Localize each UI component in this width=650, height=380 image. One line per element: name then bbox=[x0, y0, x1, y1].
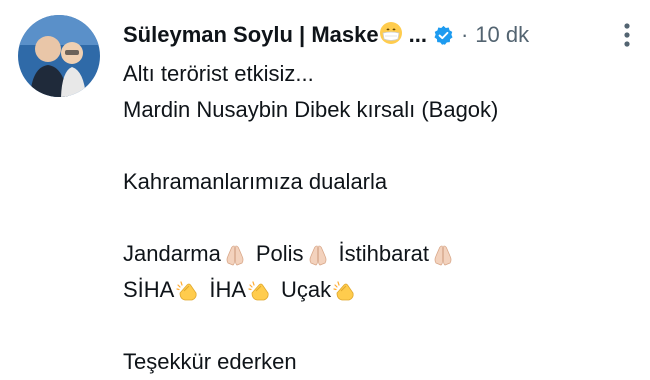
tweet-line-air: SİHA İHA Uçak bbox=[123, 272, 638, 308]
praying-hands-emoji bbox=[222, 242, 248, 266]
display-name[interactable]: Süleyman Soylu | Maske bbox=[123, 22, 379, 48]
name-truncation: ... bbox=[408, 22, 427, 47]
unit-jandarma: Jandarma bbox=[123, 241, 221, 266]
unit-polis: Polis bbox=[255, 241, 304, 266]
praying-hands-emoji bbox=[430, 242, 456, 266]
unit-ucak: Uçak bbox=[281, 277, 332, 302]
tweet-line-units: Jandarma Polis İstihbarat bbox=[123, 236, 638, 272]
mask-face-emoji bbox=[379, 21, 403, 50]
separator-dot: · bbox=[460, 22, 469, 47]
tweet-line-cut: Teşekkür ederken bbox=[123, 349, 297, 374]
tweet-header: Süleyman Soylu | Maske ... · 10 dk bbox=[123, 17, 529, 53]
tweet[interactable]: Süleyman Soylu | Maske ... · 10 dk Altı … bbox=[0, 0, 650, 374]
avatar[interactable] bbox=[18, 15, 100, 97]
tweet-line: Kahramanlarımıza dualarla bbox=[123, 169, 388, 194]
verified-badge-icon bbox=[433, 25, 454, 46]
tweet-line: Mardin Nusaybin Dibek kırsalı (Bagok) bbox=[123, 97, 499, 122]
timestamp[interactable]: 10 dk bbox=[475, 22, 529, 48]
unit-iha: İHA bbox=[209, 277, 247, 302]
clapping-hands-emoji bbox=[175, 278, 201, 302]
more-vertical-icon[interactable] bbox=[622, 22, 632, 48]
tweet-line: Altı terörist etkisiz... bbox=[123, 61, 314, 86]
unit-siha: SİHA bbox=[123, 277, 175, 302]
unit-istihbarat: İstihbarat bbox=[338, 241, 430, 266]
tweet-body: Altı terörist etkisiz... Mardin Nusaybin… bbox=[123, 56, 638, 380]
clapping-hands-emoji bbox=[247, 278, 273, 302]
clapping-hands-emoji bbox=[332, 278, 358, 302]
praying-hands-emoji bbox=[305, 242, 331, 266]
